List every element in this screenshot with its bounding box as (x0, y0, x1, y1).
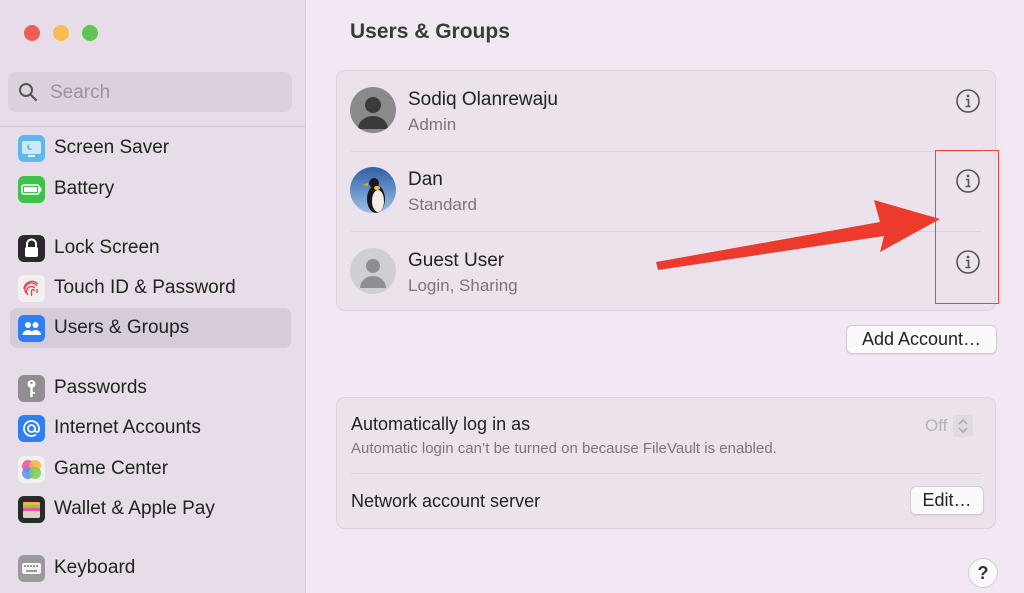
help-button[interactable]: ? (968, 558, 998, 588)
red-arrow-annotation (656, 200, 940, 270)
highlight-box (935, 150, 999, 304)
